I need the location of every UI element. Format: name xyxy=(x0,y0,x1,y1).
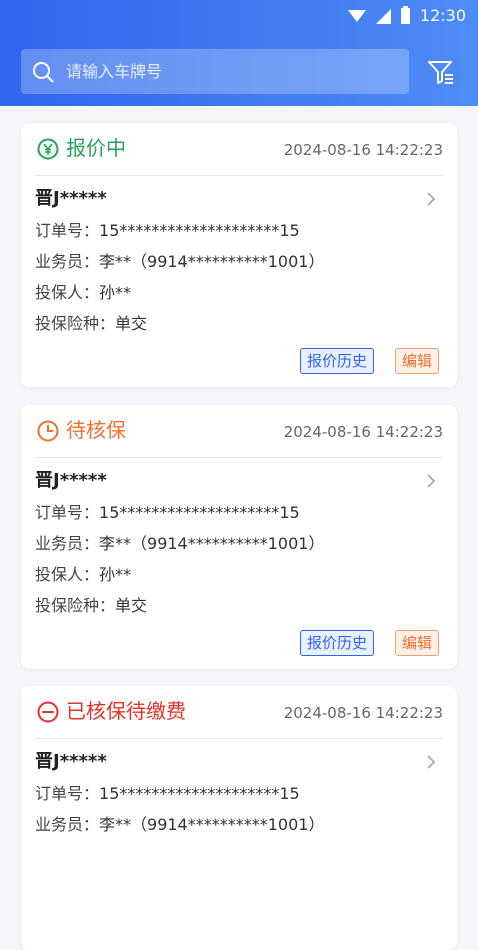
salesman-row: 业务员：李**（9914**********1001） xyxy=(35,533,324,555)
order-time: 2024-08-16 14:22:23 xyxy=(283,423,443,441)
edit-button[interactable]: 编辑 xyxy=(395,348,440,374)
insured-value: 孙** xyxy=(99,283,132,302)
edit-button[interactable]: 编辑 xyxy=(395,630,440,656)
insured-row: 投保人：孙** xyxy=(35,282,131,304)
search-box[interactable] xyxy=(21,49,409,94)
chevron-right-icon[interactable] xyxy=(423,754,439,770)
quote-history-button[interactable]: 报价历史 xyxy=(300,348,375,374)
insured-value: 孙** xyxy=(99,565,132,584)
divider xyxy=(35,457,443,458)
insurance-type-row: 投保险种：单交 xyxy=(35,595,147,617)
plate-number: 晋J***** xyxy=(35,470,107,491)
order-time: 2024-08-16 14:22:23 xyxy=(283,704,443,722)
insured-label: 投保人： xyxy=(35,565,100,584)
order-time: 2024-08-16 14:22:23 xyxy=(283,141,443,159)
status-time: 12:30 xyxy=(419,6,466,25)
order-no-value: 15********************15 xyxy=(99,503,300,522)
search-input[interactable] xyxy=(64,61,368,82)
chevron-right-icon[interactable] xyxy=(423,473,439,489)
card-header: 已核保待缴费 2024-08-16 14:22:23 xyxy=(21,686,457,738)
insured-row: 投保人：孙** xyxy=(35,564,131,586)
status-bar: 12:30 xyxy=(0,0,478,32)
salesman-value: 李**（9914**********1001） xyxy=(99,252,325,271)
status-label: 已核保待缴费 xyxy=(66,699,186,723)
insured-label: 投保人： xyxy=(35,283,100,302)
insurance-type-label: 投保险种： xyxy=(35,596,116,615)
salesman-value: 李**（9914**********1001） xyxy=(99,815,325,834)
status-label: 报价中 xyxy=(66,136,126,160)
minus-circle-icon xyxy=(37,701,59,723)
order-no-label: 订单号： xyxy=(35,503,100,522)
filter-icon[interactable] xyxy=(426,57,456,87)
status-label: 待核保 xyxy=(66,418,126,442)
salesman-label: 业务员： xyxy=(35,815,100,834)
chevron-right-icon[interactable] xyxy=(423,191,439,207)
salesman-label: 业务员： xyxy=(35,534,100,553)
order-no-row: 订单号：15********************15 xyxy=(35,220,300,242)
insurance-type-label: 投保险种： xyxy=(35,314,116,333)
salesman-row: 业务员：李**（9914**********1001） xyxy=(35,251,324,273)
plate-number: 晋J***** xyxy=(35,188,107,209)
divider xyxy=(35,175,443,176)
insurance-type-row: 投保险种：单交 xyxy=(35,313,147,335)
order-card[interactable]: 报价中 2024-08-16 14:22:23 晋J***** 订单号：15**… xyxy=(21,123,457,387)
salesman-row: 业务员：李**（9914**********1001） xyxy=(35,814,324,836)
order-no-value: 15********************15 xyxy=(99,221,300,240)
salesman-label: 业务员： xyxy=(35,252,100,271)
card-header: 报价中 2024-08-16 14:22:23 xyxy=(21,123,457,175)
order-card[interactable]: 待核保 2024-08-16 14:22:23 晋J***** 订单号：15**… xyxy=(21,405,457,669)
battery-icon xyxy=(400,6,410,24)
yen-circle-icon xyxy=(37,138,59,160)
insurance-type-value: 单交 xyxy=(115,596,148,615)
signal-icon xyxy=(375,8,391,24)
search-icon xyxy=(33,61,54,82)
order-card[interactable]: 已核保待缴费 2024-08-16 14:22:23 晋J***** 订单号：1… xyxy=(21,686,457,950)
order-no-label: 订单号： xyxy=(35,784,100,803)
clock-icon xyxy=(37,420,59,442)
card-header: 待核保 2024-08-16 14:22:23 xyxy=(21,405,457,457)
insurance-type-value: 单交 xyxy=(115,314,148,333)
wifi-icon xyxy=(347,10,366,22)
order-no-value: 15********************15 xyxy=(99,784,300,803)
salesman-value: 李**（9914**********1001） xyxy=(99,534,325,553)
order-no-row: 订单号：15********************15 xyxy=(35,502,300,524)
order-no-row: 订单号：15********************15 xyxy=(35,783,300,805)
order-no-label: 订单号： xyxy=(35,221,100,240)
quote-history-button[interactable]: 报价历史 xyxy=(300,630,375,656)
plate-number: 晋J***** xyxy=(35,751,107,772)
header: 12:30 xyxy=(0,0,478,106)
divider xyxy=(35,738,443,739)
